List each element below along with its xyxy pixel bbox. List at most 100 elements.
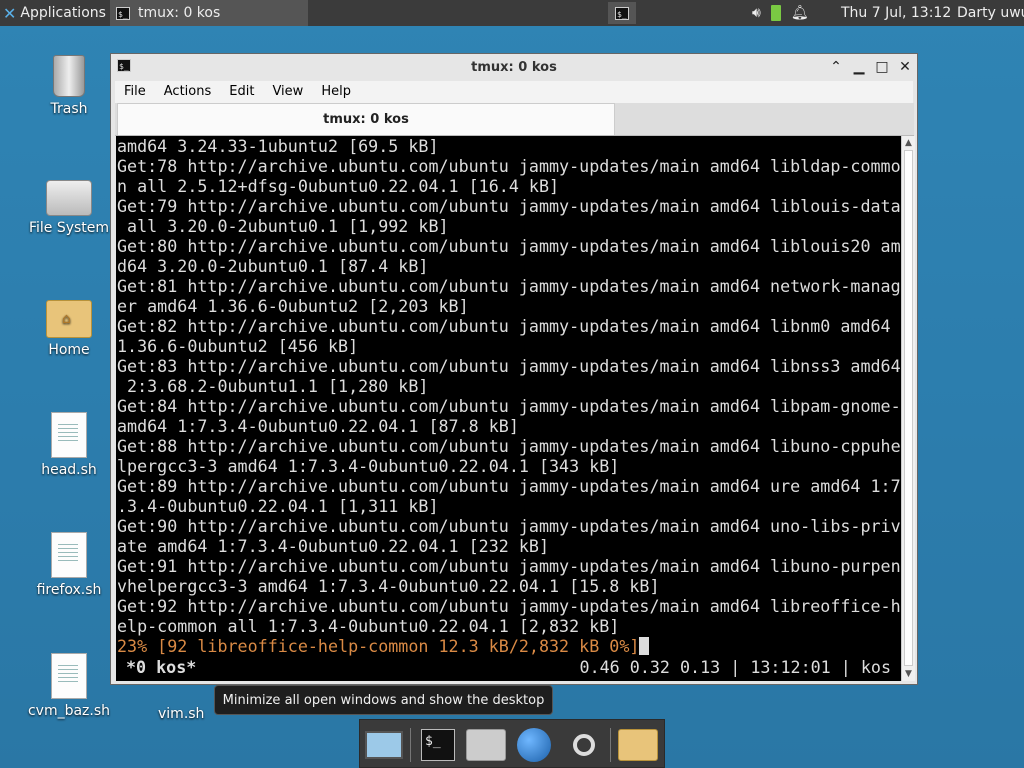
terminal-line: er amd64 1.36.6-0ubuntu2 [2,203 kB]	[117, 296, 469, 316]
terminal-line: Get:81 http://archive.ubuntu.com/ubuntu …	[117, 276, 901, 296]
terminal-line: Get:82 http://archive.ubuntu.com/ubuntu …	[117, 316, 891, 336]
bottom-dock: $_	[359, 719, 665, 768]
show-desktop-button[interactable]	[364, 726, 404, 764]
window-titlebar[interactable]: $_ tmux: 0 kos ⌃ ▁ □ ✕	[111, 54, 917, 80]
dock-terminal-launcher[interactable]: $_	[418, 726, 458, 764]
desktop-icon-label: File System	[28, 220, 110, 236]
apt-progress-text: 23% [92 libreoffice-help-common 12.3 kB/…	[117, 636, 640, 656]
dock-home-launcher[interactable]	[466, 726, 506, 764]
terminal-line: Get:91 http://archive.ubuntu.com/ubuntu …	[117, 556, 901, 576]
desktop-icon-cvm-baz-sh[interactable]: cvm_baz.sh	[24, 653, 114, 719]
menu-help[interactable]: Help	[312, 81, 360, 103]
desktop-icon-head-sh[interactable]: head.sh	[24, 412, 114, 478]
applications-label: Applications	[20, 5, 106, 21]
close-button[interactable]: ✕	[896, 58, 914, 76]
window-title: tmux: 0 kos	[471, 60, 557, 75]
menu-view[interactable]: View	[263, 81, 312, 103]
terminal-line: elp-common all 1:7.3.4-0ubuntu0.22.04.1 …	[117, 616, 620, 636]
terminal-launcher[interactable]: $_	[608, 2, 636, 24]
volume-icon[interactable]: 🔊︎	[752, 5, 761, 21]
terminal-output[interactable]: amd64 3.24.33-1ubuntu2 [69.5 kB] Get:78 h…	[116, 136, 901, 681]
terminal-line: vhelpergcc3-3 amd64 1:7.3.4-0ubuntu0.22.…	[117, 576, 660, 596]
terminal-icon: $_	[615, 6, 629, 20]
terminal-line: .3.4-0ubuntu0.22.04.1 [1,311 kB]	[117, 496, 439, 516]
desktop-icon-home[interactable]: ⌂ Home	[24, 300, 114, 358]
apt-progress-line: 23% [92 libreoffice-help-common 12.3 kB/…	[117, 636, 901, 656]
terminal-line: n all 2.5.12+dfsg-0ubuntu0.22.04.1 [16.4…	[117, 176, 560, 196]
desktop-icon-filesystem[interactable]: File System	[24, 180, 114, 236]
hard-drive-icon	[46, 180, 92, 216]
battery-icon[interactable]	[770, 5, 781, 21]
terminal-cursor	[639, 637, 650, 655]
home-folder-icon: ⌂	[46, 300, 92, 338]
terminal-line: Get:84 http://archive.ubuntu.com/ubuntu …	[117, 396, 901, 416]
trash-icon	[53, 55, 85, 97]
terminal-line: Get:83 http://archive.ubuntu.com/ubuntu …	[117, 356, 901, 376]
scroll-up-arrow-icon[interactable]: ▲	[902, 136, 915, 150]
menu-file[interactable]: File	[115, 81, 155, 103]
minimize-button[interactable]: ▁	[850, 58, 868, 76]
terminal-line: Get:79 http://archive.ubuntu.com/ubuntu …	[117, 196, 901, 216]
maximize-button[interactable]: □	[873, 58, 891, 76]
web-browser-icon	[517, 728, 551, 762]
dock-files-launcher[interactable]	[618, 726, 658, 764]
desktop-icon-label: cvm_baz.sh	[27, 703, 111, 719]
desktop-icon-trash[interactable]: Trash	[24, 55, 114, 117]
terminal-line: Get:92 http://archive.ubuntu.com/ubuntu …	[117, 596, 901, 616]
system-tray: 🔊︎ 🔔︎	[752, 0, 809, 26]
tmux-status-right: 0.46 0.32 0.13 | 13:12:01 | kos	[579, 657, 891, 677]
terminal-line: 2:3.68.2-0ubuntu1.1 [1,280 kB]	[117, 376, 429, 396]
menu-edit[interactable]: Edit	[220, 81, 263, 103]
user-menu[interactable]: Darty uwu	[957, 0, 1024, 26]
notifications-bell-icon[interactable]: 🔔︎	[791, 5, 809, 21]
terminal-line: Get:89 http://archive.ubuntu.com/ubuntu …	[117, 476, 901, 496]
tmux-window-list[interactable]: *0 kos*	[126, 656, 196, 678]
tab-bar: tmux: 0 kos	[115, 103, 914, 136]
taskbar-button-tmux[interactable]: $_ tmux: 0 kos	[110, 0, 308, 26]
show-desktop-tooltip: Minimize all open windows and show the d…	[214, 685, 553, 715]
scroll-down-arrow-icon[interactable]: ▼	[902, 667, 915, 681]
desktop-icon-label: head.sh	[41, 462, 97, 478]
terminal-line: amd64 3.24.33-1ubuntu2 [69.5 kB]	[117, 136, 439, 156]
desktop-icon-label: firefox.sh	[36, 582, 102, 598]
tmux-status-bar: *0 kos* 0.46 0.32 0.13 | 13:12:01 | kos	[116, 656, 901, 678]
taskbar-button-label: tmux: 0 kos	[138, 5, 221, 21]
desktop-icon-firefox-sh[interactable]: firefox.sh	[24, 532, 114, 598]
terminal-line: d64 3.20.0-2ubuntu0.1 [87.4 kB]	[117, 256, 429, 276]
top-panel: ✕ Applications $_ tmux: 0 kos $_ 🔊︎ 🔔︎ T…	[0, 0, 1024, 26]
magnifier-icon	[573, 734, 595, 756]
dock-browser-launcher[interactable]	[514, 726, 554, 764]
terminal-line: lpergcc3-3 amd64 1:7.3.4-0ubuntu0.22.04.…	[117, 456, 620, 476]
dock-appfinder-launcher[interactable]	[564, 726, 604, 764]
folder-icon	[618, 729, 658, 761]
desktop-icon-label: Home	[48, 342, 90, 358]
dock-separator	[610, 728, 611, 762]
show-desktop-icon	[365, 731, 403, 759]
xfce-logo-icon: ✕	[3, 3, 17, 23]
terminal-scrollbar[interactable]: ▲ ▼	[901, 136, 915, 681]
menu-actions[interactable]: Actions	[155, 81, 221, 103]
terminal-line: 1.36.6-0ubuntu2 [456 kB]	[117, 336, 359, 356]
terminal-icon: $_	[116, 6, 130, 20]
desktop-icon-vim-sh[interactable]: vim.sh	[158, 706, 204, 722]
home-folder-icon	[466, 729, 506, 761]
terminal-line: Get:88 http://archive.ubuntu.com/ubuntu …	[117, 436, 901, 456]
roll-up-button[interactable]: ⌃	[827, 58, 845, 76]
dock-separator	[410, 728, 411, 762]
script-file-icon	[51, 653, 87, 699]
terminal-line: amd64 1:7.3.4-0ubuntu0.22.04.1 [87.8 kB]	[117, 416, 519, 436]
applications-menu[interactable]: ✕ Applications	[0, 0, 108, 26]
script-file-icon	[51, 532, 87, 578]
terminal-icon: $_	[421, 729, 455, 761]
script-file-icon	[51, 412, 87, 458]
terminal-line: Get:90 http://archive.ubuntu.com/ubuntu …	[117, 516, 901, 536]
terminal-line: all 3.20.0-2ubuntu0.1 [1,992 kB]	[117, 216, 449, 236]
terminal-line: Get:80 http://archive.ubuntu.com/ubuntu …	[117, 236, 901, 256]
clock[interactable]: Thu 7 Jul, 13:12	[841, 0, 951, 26]
menu-bar: File Actions Edit View Help	[115, 81, 913, 103]
terminal-line: ate amd64 1:7.3.4-0ubuntu0.22.04.1 [232 …	[117, 536, 550, 556]
tab-tmux[interactable]: tmux: 0 kos	[117, 103, 615, 135]
terminal-line: Get:78 http://archive.ubuntu.com/ubuntu …	[117, 156, 901, 176]
scrollbar-thumb[interactable]	[904, 150, 913, 666]
terminal-window: $_ tmux: 0 kos ⌃ ▁ □ ✕ File Actions Edit…	[110, 53, 918, 685]
